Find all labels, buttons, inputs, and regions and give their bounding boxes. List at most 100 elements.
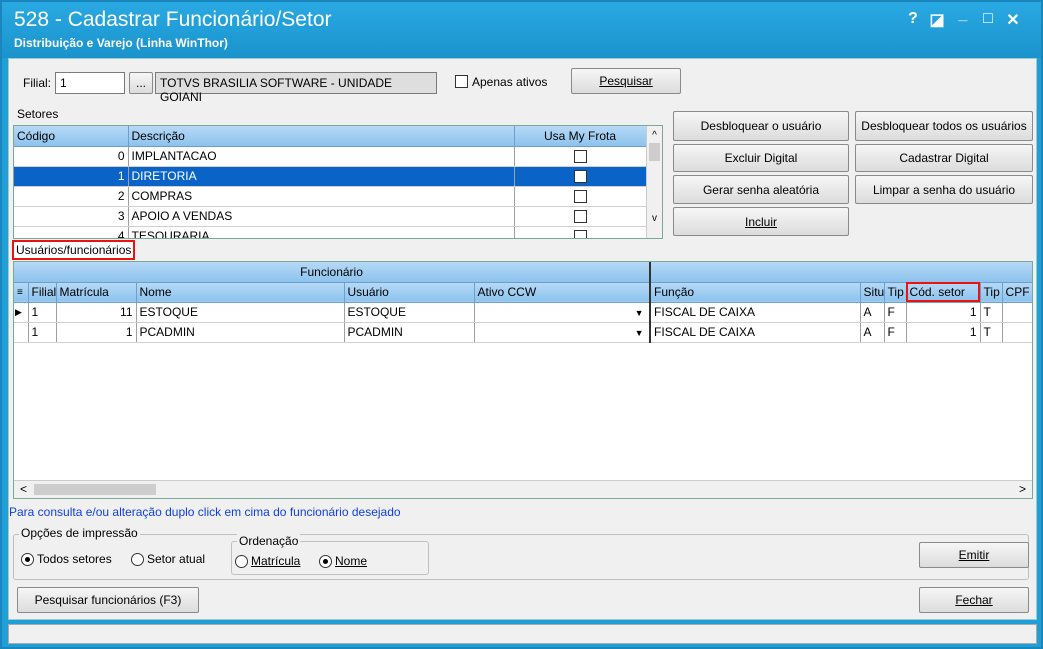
col-usa-my-frota[interactable]: Usa My Frota — [514, 126, 647, 147]
radio-setor-atual[interactable]: Setor atual — [131, 552, 205, 567]
table-row[interactable]: ▶ 1 11 ESTOQUE ESTOQUE ▼ FISCAL DE CAIXA… — [14, 302, 1032, 323]
band-funcionario: Funcionário — [14, 262, 652, 283]
setores-scrollbar[interactable]: ^ v — [646, 126, 662, 238]
setor-descricao: COMPRAS — [128, 186, 515, 207]
window-subtitle: Distribuição e Varejo (Linha WinThor) — [14, 36, 228, 50]
cell-funcao: FISCAL DE CAIXA — [650, 302, 861, 323]
table-row[interactable]: 4 TESOURARIA — [14, 226, 647, 238]
setor-codigo: 0 — [14, 146, 129, 167]
cell-matricula: 1 — [56, 322, 137, 343]
radio-todos-setores[interactable]: Todos setores — [21, 552, 112, 567]
scroll-right-icon[interactable]: > — [1019, 482, 1026, 496]
fechar-button[interactable]: Fechar — [919, 587, 1029, 613]
help-icon[interactable]: ? — [902, 10, 924, 28]
usa-my-frota-checkbox[interactable] — [573, 170, 587, 184]
col-tip[interactable]: Tip — [884, 282, 907, 303]
setor-frota-cell[interactable] — [514, 226, 647, 238]
radio-icon[interactable] — [235, 555, 248, 569]
horizontal-scrollbar[interactable]: < > — [14, 480, 1032, 498]
close-icon[interactable]: ✕ — [1002, 10, 1024, 30]
cell-ativo-ccw[interactable]: ▼ — [474, 322, 652, 343]
setor-codigo: 2 — [14, 186, 129, 207]
table-row[interactable]: 1 DIRETORIA — [14, 166, 647, 187]
usa-my-frota-checkbox[interactable] — [573, 210, 587, 224]
cell-usuario: ESTOQUE — [344, 302, 475, 323]
apenas-ativos-checkbox[interactable] — [455, 75, 468, 88]
col-situ[interactable]: Situ — [860, 282, 885, 303]
cell-cpf — [1002, 322, 1032, 343]
nome-label: Nome — [335, 554, 368, 568]
setor-frota-cell[interactable] — [514, 166, 647, 187]
col-ativo-ccw[interactable]: Ativo CCW — [474, 282, 652, 303]
scroll-up-icon[interactable]: ^ — [647, 130, 662, 141]
column-chooser-icon[interactable]: ≡ — [14, 282, 29, 303]
col-cod-setor[interactable]: Cód. setor — [906, 282, 981, 303]
gerar-senha-button[interactable]: Gerar senha aleatória — [673, 175, 849, 204]
filial-input[interactable]: 1 — [55, 72, 125, 94]
matricula-label: Matrícula — [251, 554, 301, 568]
window-title: 528 - Cadastrar Funcionário/Setor — [14, 8, 332, 31]
cell-ativo-ccw[interactable]: ▼ — [474, 302, 652, 323]
col-codigo[interactable]: Código — [14, 126, 129, 147]
scroll-left-icon[interactable]: < — [20, 482, 27, 496]
col-funcao[interactable]: Função — [650, 282, 861, 303]
cell-tip: F — [884, 302, 907, 323]
table-row[interactable]: 0 IMPLANTACAO — [14, 146, 647, 167]
col-cpf[interactable]: CPF — [1002, 282, 1032, 303]
radio-nome[interactable]: Nome — [319, 554, 368, 569]
funcionarios-grid[interactable]: Funcionário ≡ Filial Matrícula Nome Usuá… — [13, 261, 1033, 499]
cell-funcao: FISCAL DE CAIXA — [650, 322, 861, 343]
setor-descricao: APOIO A VENDAS — [128, 206, 515, 227]
usa-my-frota-checkbox[interactable] — [573, 190, 587, 204]
scroll-thumb[interactable] — [34, 484, 156, 495]
desbloquear-usuario-button[interactable]: Desbloquear o usuário — [673, 111, 849, 141]
apenas-ativos-label: Apenas ativos — [472, 75, 548, 89]
col-usuario[interactable]: Usuário — [344, 282, 475, 303]
desbloquear-todos-button[interactable]: Desbloquear todos os usuários — [855, 111, 1033, 141]
pesquisar-funcionarios-button[interactable]: Pesquisar funcionários (F3) — [17, 587, 199, 613]
col-tip-2[interactable]: Tip — [980, 282, 1003, 303]
print-options-label: Opções de impressão — [19, 526, 140, 540]
row-indicator-icon: ▶ — [14, 302, 29, 323]
setor-frota-cell[interactable] — [514, 146, 647, 167]
filial-lookup-button[interactable]: ... — [129, 72, 153, 94]
tab-usuarios-funcionarios[interactable]: Usuários/funcionários — [12, 240, 136, 260]
usa-my-frota-checkbox[interactable] — [573, 230, 587, 238]
setor-frota-cell[interactable] — [514, 206, 647, 227]
filial-label: Filial: — [23, 76, 52, 90]
chevron-down-icon[interactable]: ▼ — [632, 306, 647, 320]
usa-my-frota-checkbox[interactable] — [573, 150, 587, 164]
setor-frota-cell[interactable] — [514, 186, 647, 207]
limpar-senha-button[interactable]: Limpar a senha do usuário — [855, 175, 1033, 204]
table-row[interactable]: 1 1 PCADMIN PCADMIN ▼ FISCAL DE CAIXA A … — [14, 322, 1032, 343]
restore-icon[interactable]: ◪ — [926, 10, 948, 30]
scroll-down-icon[interactable]: v — [647, 213, 662, 224]
maximize-icon[interactable]: □ — [977, 10, 999, 28]
cell-matricula: 11 — [56, 302, 137, 323]
col-nome[interactable]: Nome — [136, 282, 345, 303]
cadastrar-digital-button[interactable]: Cadastrar Digital — [855, 144, 1033, 172]
col-descricao[interactable]: Descrição — [128, 126, 515, 147]
cell-filial: 1 — [28, 322, 57, 343]
radio-matricula[interactable]: Matrícula — [235, 554, 301, 569]
cell-filial: 1 — [28, 302, 57, 323]
radio-icon[interactable] — [131, 553, 144, 567]
scroll-thumb[interactable] — [649, 143, 660, 161]
cell-cod-setor: 1 — [906, 322, 981, 343]
pesquisar-button[interactable]: Pesquisar — [571, 68, 681, 94]
excluir-digital-button[interactable]: Excluir Digital — [673, 144, 849, 172]
emitir-button[interactable]: Emitir — [919, 542, 1029, 568]
cell-cpf — [1002, 302, 1032, 323]
incluir-button[interactable]: Incluir — [673, 207, 849, 236]
minimize-icon[interactable]: _ — [952, 6, 974, 24]
radio-selected-icon[interactable] — [21, 553, 34, 567]
cell-sit: A — [860, 322, 885, 343]
radio-selected-icon[interactable] — [319, 555, 332, 569]
table-row[interactable]: 2 COMPRAS — [14, 186, 647, 207]
col-matricula[interactable]: Matrícula — [56, 282, 137, 303]
setores-grid[interactable]: Código Descrição Usa My Frota 0 IMPLANTA… — [13, 125, 663, 239]
table-row[interactable]: 3 APOIO A VENDAS — [14, 206, 647, 227]
chevron-down-icon[interactable]: ▼ — [632, 326, 647, 340]
cell-nome: ESTOQUE — [136, 302, 345, 323]
col-filial[interactable]: Filial — [28, 282, 57, 303]
